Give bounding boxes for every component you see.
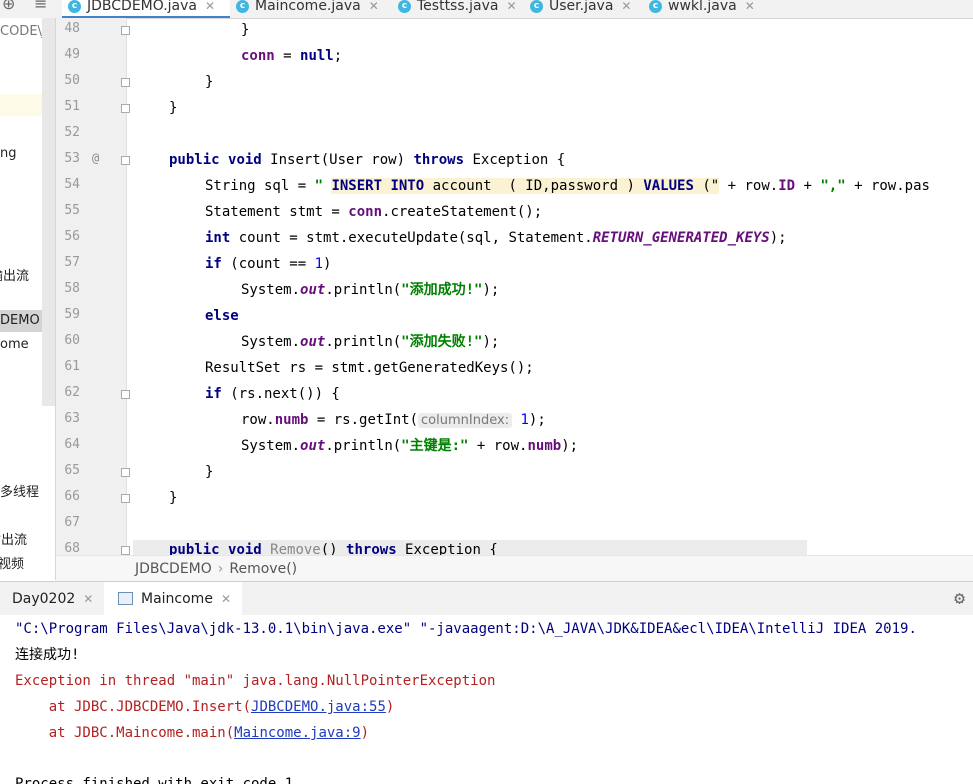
console-output[interactable]: "C:\Program Files\Java\jdk-13.0.1\bin\ja… bbox=[0, 615, 973, 784]
run-tab-day0202[interactable]: Day0202 ✕ bbox=[0, 582, 100, 615]
run-tab-label: Day0202 bbox=[12, 590, 76, 607]
close-icon[interactable]: ✕ bbox=[621, 0, 631, 13]
line-number: 50 bbox=[64, 73, 80, 88]
code-line: } bbox=[169, 490, 178, 506]
tree-item[interactable]: 输出流 bbox=[0, 529, 27, 548]
java-class-icon: c bbox=[530, 0, 543, 13]
tab-label: User.java bbox=[549, 0, 614, 14]
console-finish-line: Process finished with exit code 1 bbox=[15, 776, 294, 784]
code-line: conn = null; bbox=[241, 48, 343, 64]
selected-row-highlight bbox=[0, 94, 42, 116]
tab-wwkl[interactable]: c wwkl.java ✕ bbox=[649, 0, 755, 16]
settings-icon[interactable]: ⊕ bbox=[2, 0, 15, 13]
line-number: 65 bbox=[64, 463, 80, 478]
run-config-icon bbox=[118, 592, 133, 605]
tree-item[interactable]: ng bbox=[0, 146, 17, 161]
close-icon[interactable]: ✕ bbox=[83, 592, 93, 606]
line-number: 66 bbox=[64, 489, 80, 504]
scrollbar[interactable] bbox=[42, 18, 55, 406]
close-icon[interactable]: ✕ bbox=[221, 592, 231, 606]
stack-trace-link[interactable]: JDBCDEMO.java:55 bbox=[251, 699, 386, 715]
code-line: if (count == 1) bbox=[205, 256, 332, 272]
code-line: System.out.println("主键是:" + row.numb); bbox=[241, 438, 579, 454]
code-editor[interactable]: } conn = null; } } public void Insert(Us… bbox=[127, 18, 973, 555]
java-class-icon: c bbox=[398, 0, 411, 13]
gear-icon[interactable]: ⚙ bbox=[954, 588, 965, 609]
override-marker-icon[interactable]: @ bbox=[92, 151, 99, 165]
line-number: 56 bbox=[64, 229, 80, 244]
tab-label: wwkl.java bbox=[668, 0, 737, 14]
code-line: ResultSet rs = stmt.getGeneratedKeys(); bbox=[205, 360, 534, 376]
parameter-hint: columnIndex: bbox=[418, 413, 513, 428]
breadcrumb-method[interactable]: Remove() bbox=[229, 561, 297, 577]
project-tree-panel: CODE\Jav ng 输出流 DEMO ome 多线程 输出流 视频 bbox=[0, 18, 56, 580]
line-number: 67 bbox=[64, 515, 80, 530]
line-number: 51 bbox=[64, 99, 80, 114]
close-icon[interactable]: ✕ bbox=[506, 0, 516, 13]
tab-label: Maincome.java bbox=[255, 0, 361, 14]
tab-label: Testtss.java bbox=[417, 0, 499, 14]
line-number: 59 bbox=[64, 307, 80, 322]
tab-label: JDBCDEMO.java bbox=[87, 0, 197, 14]
close-icon[interactable]: ✕ bbox=[205, 0, 215, 13]
code-line: System.out.println("添加成功!"); bbox=[241, 282, 500, 298]
tree-item[interactable]: 多线程 bbox=[0, 481, 39, 500]
console-command-line: "C:\Program Files\Java\jdk-13.0.1\bin\ja… bbox=[15, 621, 917, 637]
tab-jdbcdemo[interactable]: c JDBCDEMO.java ✕ bbox=[62, 0, 230, 18]
java-class-icon: c bbox=[68, 0, 81, 13]
line-number: 62 bbox=[64, 385, 80, 400]
run-tool-window-tabs: Day0202 ✕ Maincome ✕ bbox=[0, 581, 973, 616]
tab-testtss[interactable]: c Testtss.java ✕ bbox=[398, 0, 517, 16]
tree-item[interactable]: DEMO bbox=[0, 313, 40, 328]
run-tab-label: Maincome bbox=[141, 590, 213, 607]
tree-item[interactable]: ome bbox=[0, 337, 29, 352]
line-number: 49 bbox=[64, 47, 80, 62]
run-tab-maincome[interactable]: Maincome ✕ bbox=[104, 582, 242, 615]
line-number: 61 bbox=[64, 359, 80, 374]
close-icon[interactable]: ✕ bbox=[369, 0, 379, 13]
line-number: 52 bbox=[64, 125, 80, 140]
console-stack-line: at JDBC.JDBCDEMO.Insert(JDBCDEMO.java:55… bbox=[15, 699, 395, 715]
line-number: 54 bbox=[64, 177, 80, 192]
code-line: public void Insert(User row) throws Exce… bbox=[169, 152, 566, 168]
code-line: Statement stmt = conn.createStatement(); bbox=[205, 204, 543, 220]
code-line: } bbox=[169, 100, 178, 116]
tree-item[interactable]: 输出流 bbox=[0, 265, 29, 284]
console-stack-line: at JDBC.Maincome.main(Maincome.java:9) bbox=[15, 725, 370, 741]
line-number: 60 bbox=[64, 333, 80, 348]
breadcrumb: JDBCDEMO › Remove() bbox=[56, 555, 973, 581]
code-line: } bbox=[205, 464, 214, 480]
code-line: if (rs.next()) { bbox=[205, 386, 340, 402]
breadcrumb-class[interactable]: JDBCDEMO bbox=[135, 561, 212, 577]
code-line: } bbox=[241, 22, 250, 38]
collapse-icon[interactable]: ≡ bbox=[34, 0, 47, 13]
line-number: 53 bbox=[64, 151, 80, 166]
tab-user[interactable]: c User.java ✕ bbox=[530, 0, 631, 16]
code-line: System.out.println("添加失败!"); bbox=[241, 334, 500, 350]
console-output-line: 连接成功! bbox=[15, 647, 80, 663]
line-number: 48 bbox=[64, 21, 80, 36]
chevron-right-icon: › bbox=[217, 560, 224, 577]
line-number: 57 bbox=[64, 255, 80, 270]
line-number: 64 bbox=[64, 437, 80, 452]
close-icon[interactable]: ✕ bbox=[745, 0, 755, 13]
code-line: String sql = " INSERT INTO account ( ID,… bbox=[205, 178, 930, 194]
code-line: row.numb = rs.getInt(columnIndex: 1); bbox=[241, 412, 546, 428]
console-error-line: Exception in thread "main" java.lang.Nul… bbox=[15, 673, 496, 689]
tree-item[interactable]: 视频 bbox=[0, 553, 24, 572]
code-line: else bbox=[205, 308, 239, 324]
tab-maincome[interactable]: c Maincome.java ✕ bbox=[236, 0, 379, 16]
line-number: 68 bbox=[64, 541, 80, 556]
code-line: } bbox=[205, 74, 214, 90]
code-line: public void Remove() throws Exception { bbox=[169, 542, 498, 555]
line-number: 55 bbox=[64, 203, 80, 218]
code-line: int count = stmt.executeUpdate(sql, Stat… bbox=[205, 230, 787, 246]
line-number: 63 bbox=[64, 411, 80, 426]
java-class-icon: c bbox=[236, 0, 249, 13]
java-class-icon: c bbox=[649, 0, 662, 13]
editor-tab-bar: ⊕ ≡ c JDBCDEMO.java ✕ c Maincome.java ✕ … bbox=[0, 0, 973, 19]
line-number: 58 bbox=[64, 281, 80, 296]
stack-trace-link[interactable]: Maincome.java:9 bbox=[234, 725, 360, 741]
